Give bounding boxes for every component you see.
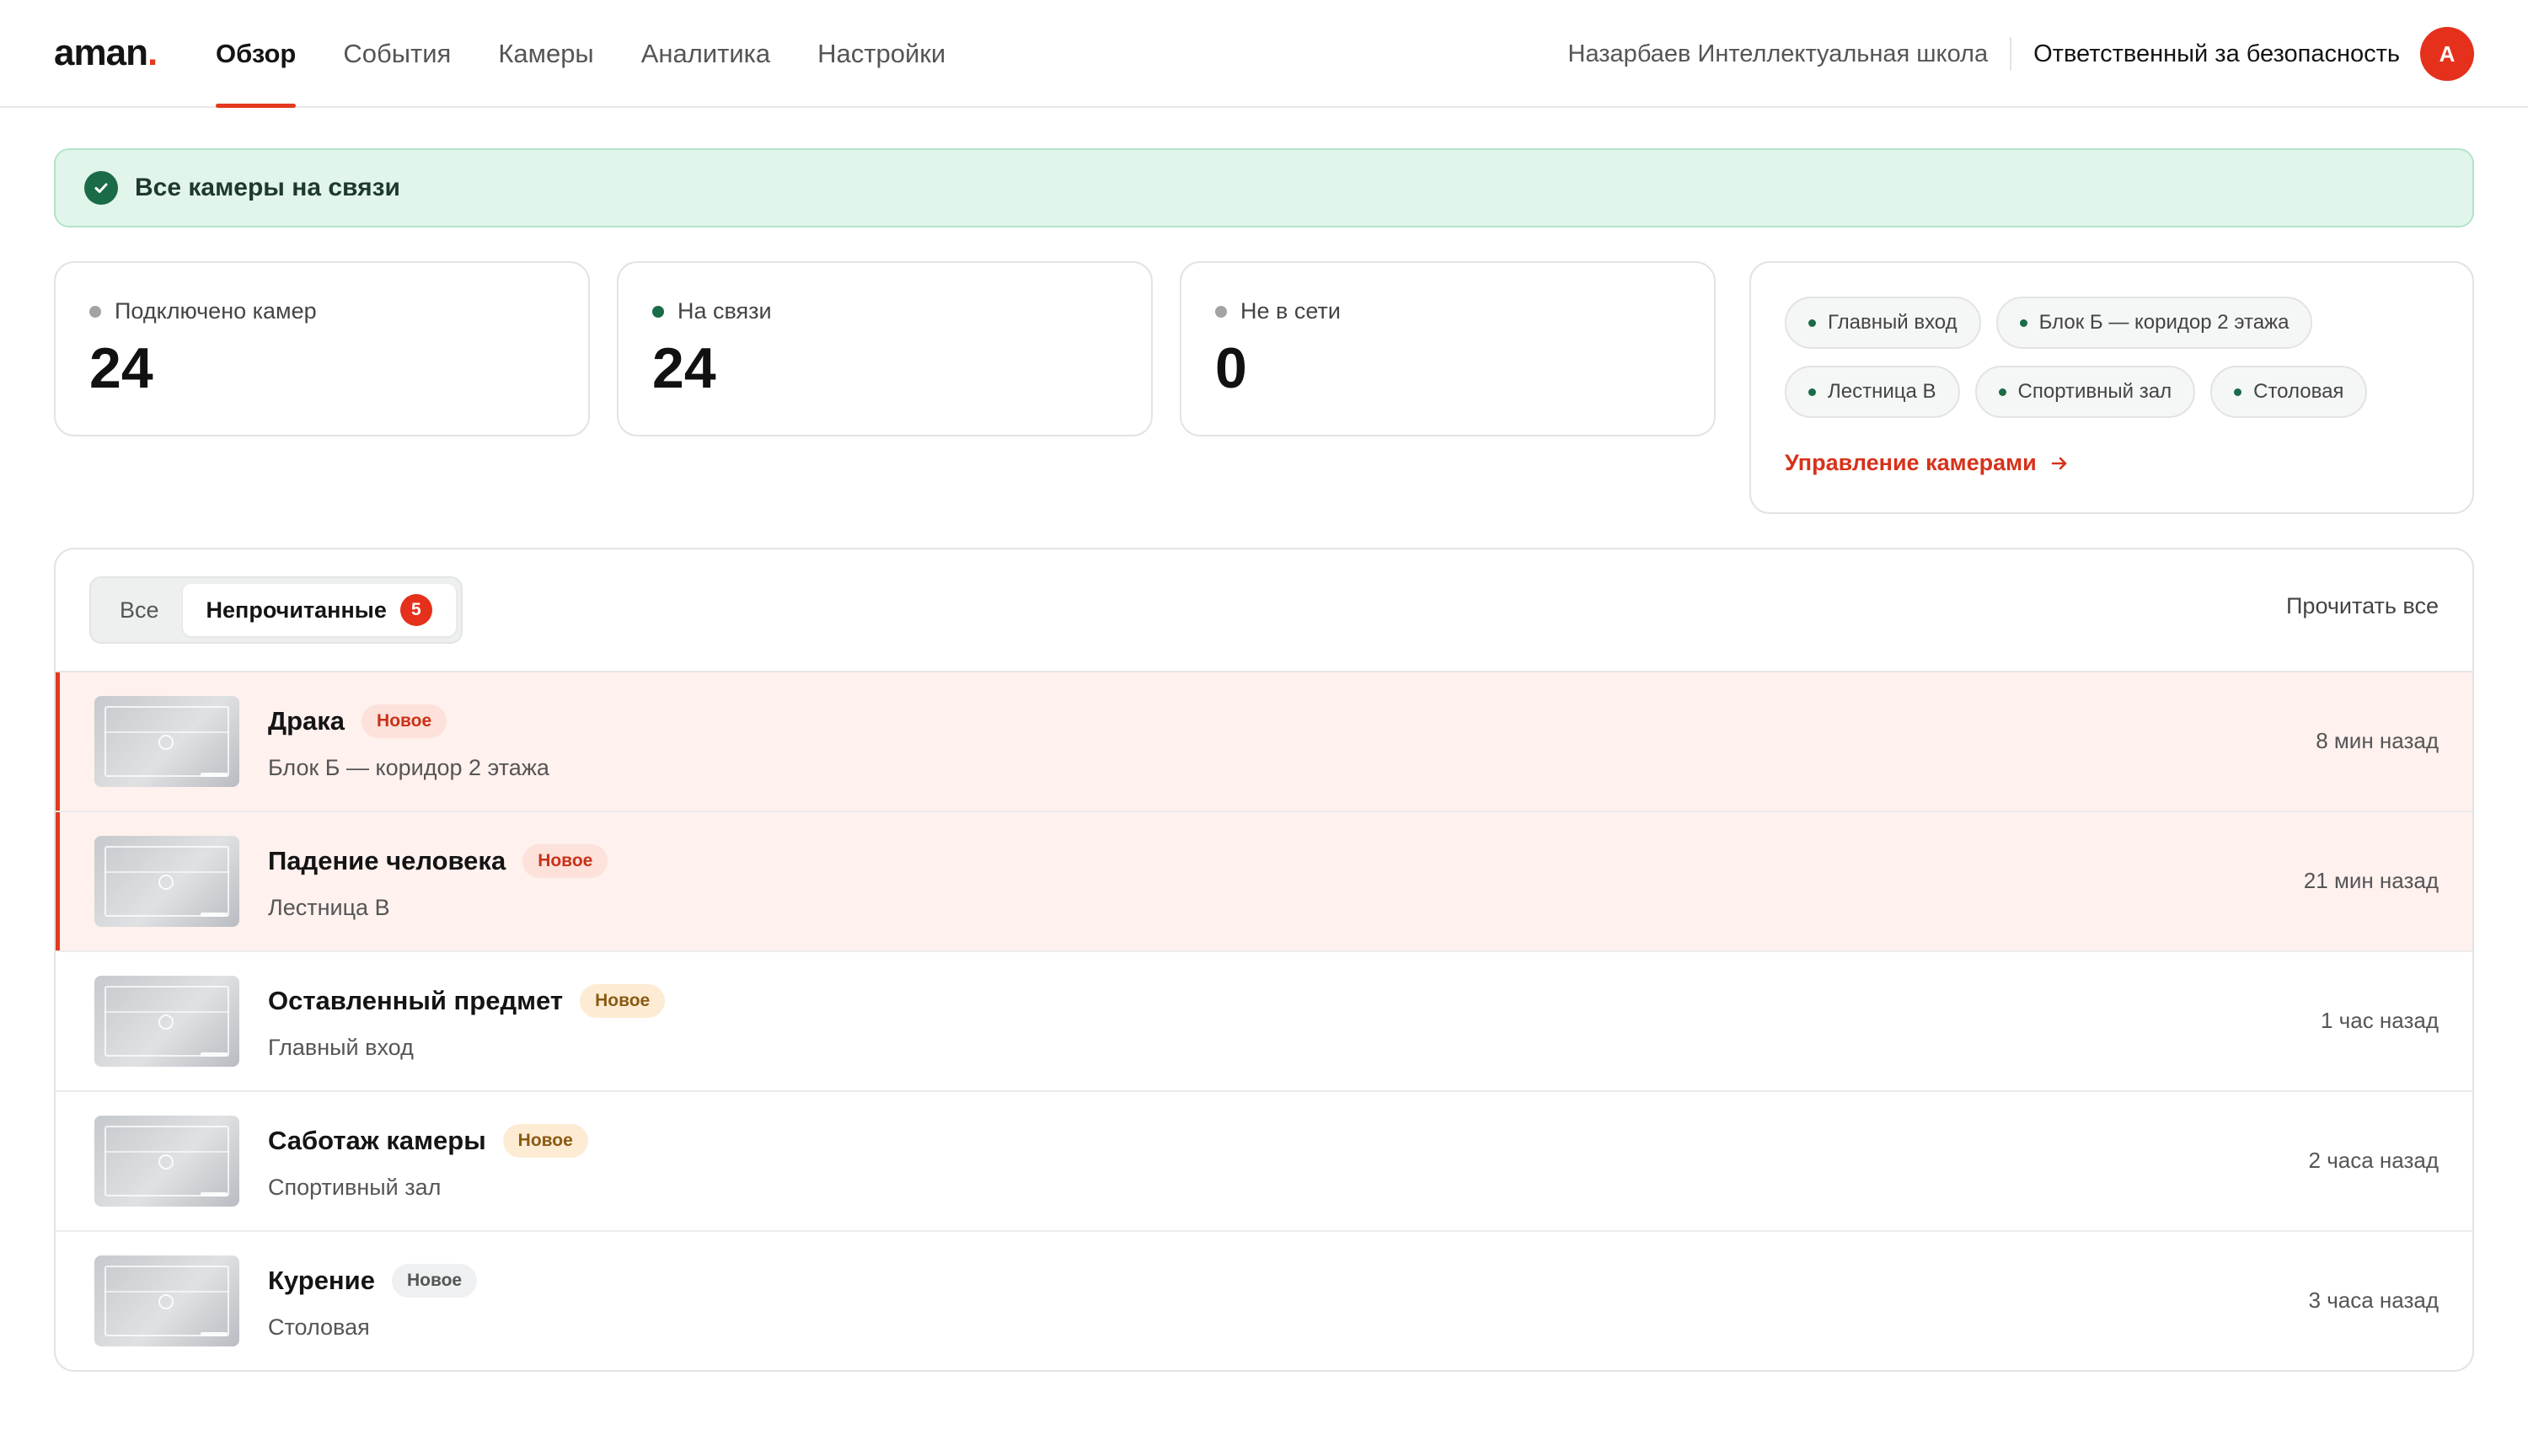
- chip-label: Блок Б — коридор 2 этажа: [2038, 311, 2290, 334]
- camera-thumbnail[interactable]: [94, 1116, 239, 1207]
- check-circle-icon: [84, 171, 118, 205]
- event-row[interactable]: Курение Новое Столовая 3 часа назад: [56, 1232, 2472, 1370]
- tab-unread[interactable]: Непрочитанные 5: [182, 584, 456, 636]
- unread-count-badge: 5: [399, 594, 432, 626]
- event-location: Лестница В: [268, 895, 390, 920]
- school-name[interactable]: Назарбаев Интеллектуальная школа: [1568, 40, 2011, 68]
- stat-label-text: Не в сети: [1240, 298, 1341, 324]
- header-user-area: Назарбаев Интеллектуальная школа Ответст…: [1568, 0, 2474, 108]
- event-row[interactable]: Драка Новое Блок Б — коридор 2 этажа 8 ми…: [56, 672, 2472, 812]
- stat-label-offline: Не в сети: [1215, 298, 1680, 324]
- stat-value-online: 24: [652, 336, 716, 400]
- user-role: Ответственный за безопасность: [2033, 40, 2400, 67]
- stat-label-connected: Подключено камер: [89, 298, 554, 324]
- location-chip[interactable]: Столовая: [2210, 366, 2368, 418]
- event-location: Столовая: [268, 1314, 370, 1340]
- events-toolbar: Все Непрочитанные 5 Прочитать все: [56, 549, 2472, 672]
- avatar[interactable]: А: [2420, 27, 2474, 81]
- event-title: Курение: [268, 1266, 375, 1295]
- online-dot: [1808, 318, 1816, 327]
- chip-label: Лестница В: [1828, 380, 1936, 403]
- location-chips: Главный вход Блок Б — коридор 2 этажа Ле…: [1785, 297, 2442, 418]
- event-time: 1 час назад: [2321, 1008, 2439, 1033]
- online-dot: [1998, 388, 2006, 396]
- top-header: aman. Обзор События Камеры Аналитика Нас…: [0, 0, 2528, 108]
- stat-card-connected: Подключено камер 24: [54, 261, 590, 436]
- new-badge: Новое: [580, 984, 666, 1018]
- event-title: Саботаж камеры: [268, 1126, 486, 1155]
- logo[interactable]: aman.: [54, 32, 158, 74]
- events-panel: Все Непрочитанные 5 Прочитать все Драка Н…: [54, 548, 2474, 1372]
- location-chip[interactable]: Блок Б — коридор 2 этажа: [1995, 297, 2313, 349]
- location-chip[interactable]: Лестница В: [1785, 366, 1960, 418]
- arrow-right-icon: [2051, 457, 2066, 469]
- camera-thumbnail[interactable]: [94, 836, 239, 927]
- event-location: Главный вход: [268, 1035, 414, 1060]
- stat-label-text: На связи: [678, 298, 772, 324]
- online-dot: [2019, 318, 2027, 327]
- status-banner-text: Все камеры на связи: [135, 174, 400, 201]
- new-badge: Новое: [522, 844, 608, 878]
- stat-label-online: На связи: [652, 298, 1117, 324]
- chip-label: Главный вход: [1828, 311, 1958, 334]
- chip-label: Спортивный зал: [2017, 380, 2172, 403]
- stat-label-text: Подключено камер: [115, 298, 317, 324]
- nav-cameras[interactable]: Камеры: [498, 0, 593, 108]
- status-dot: [89, 305, 101, 318]
- new-badge: Новое: [362, 704, 447, 738]
- stat-value-offline: 0: [1215, 336, 1247, 400]
- nav-analytics[interactable]: Аналитика: [641, 0, 770, 108]
- event-title: Падение человека: [268, 846, 506, 875]
- nav-settings[interactable]: Настройки: [817, 0, 945, 108]
- stat-card-online: На связи 24: [617, 261, 1153, 436]
- locations-card: Главный вход Блок Б — коридор 2 этажа Ле…: [1749, 261, 2474, 514]
- event-location: Блок Б — коридор 2 этажа: [268, 755, 549, 780]
- online-dot: [2234, 388, 2242, 396]
- location-chip[interactable]: Главный вход: [1785, 297, 1981, 349]
- status-banner: Все камеры на связи: [54, 148, 2474, 228]
- nav-events[interactable]: События: [343, 0, 451, 108]
- read-all-button[interactable]: Прочитать все: [2286, 593, 2439, 619]
- stat-card-offline: Не в сети 0: [1180, 261, 1716, 436]
- event-row[interactable]: Оставленный предмет Новое Главный вход 1 …: [56, 952, 2472, 1092]
- tab-unread-label: Непрочитанные: [206, 597, 387, 623]
- event-location: Спортивный зал: [268, 1175, 442, 1200]
- main-nav: Обзор События Камеры Аналитика Настройки: [216, 0, 993, 108]
- tab-all[interactable]: Все: [96, 584, 183, 636]
- stat-value-connected: 24: [89, 336, 153, 400]
- camera-thumbnail[interactable]: [94, 976, 239, 1067]
- nav-overview[interactable]: Обзор: [216, 0, 297, 108]
- camera-thumbnail[interactable]: [94, 696, 239, 787]
- event-time: 21 мин назад: [2303, 868, 2439, 893]
- new-badge: Новое: [391, 1264, 478, 1298]
- location-chip[interactable]: Спортивный зал: [1974, 366, 2196, 418]
- events-filter-tabs: Все Непрочитанные 5: [89, 576, 463, 644]
- event-time: 3 часа назад: [2308, 1287, 2439, 1313]
- camera-thumbnail[interactable]: [94, 1255, 239, 1346]
- event-title: Оставленный предмет: [268, 986, 564, 1015]
- event-time: 2 часа назад: [2308, 1148, 2439, 1173]
- event-time: 8 мин назад: [2316, 728, 2439, 753]
- status-dot: [652, 305, 664, 318]
- new-badge: Новое: [502, 1124, 588, 1158]
- event-row[interactable]: Саботаж камеры Новое Спортивный зал 2 час…: [56, 1092, 2472, 1232]
- online-dot: [1808, 388, 1816, 396]
- manage-cameras-label: Управление камерами: [1785, 450, 2037, 475]
- manage-cameras-link[interactable]: Управление камерами: [1785, 450, 2439, 476]
- header-divider: [2010, 37, 2012, 71]
- event-title: Драка: [268, 706, 345, 736]
- event-row[interactable]: Падение человека Новое Лестница В 21 мин …: [56, 812, 2472, 952]
- status-dot: [1215, 305, 1227, 318]
- chip-label: Столовая: [2253, 380, 2344, 403]
